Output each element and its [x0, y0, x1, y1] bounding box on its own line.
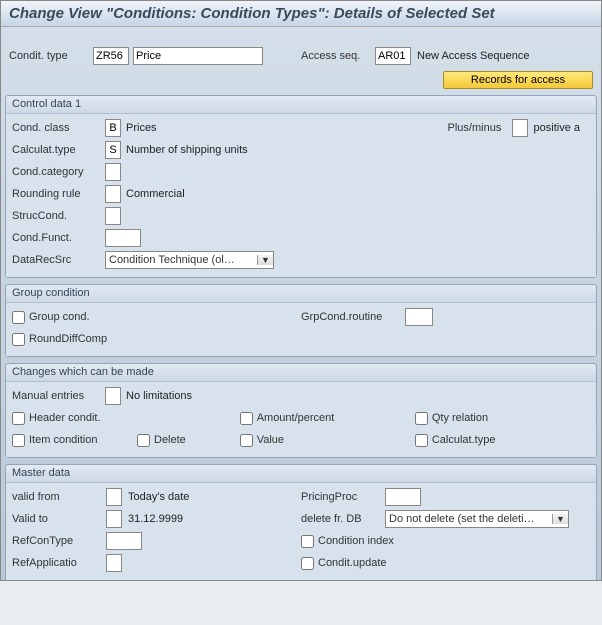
calc-type-label: Calculat.type: [12, 144, 102, 156]
round-diff-checkbox[interactable]: [12, 333, 25, 346]
grp-routine-input[interactable]: [405, 308, 433, 326]
access-seq-code-input[interactable]: [375, 47, 411, 65]
condit-update-label: Condit.update: [318, 557, 387, 569]
item-condition-checkbox[interactable]: [12, 434, 25, 447]
delete-db-select[interactable]: Do not delete (set the deleti… ▼: [385, 510, 569, 528]
group-group-condition: Group condition Group cond. GrpCond.rout…: [5, 284, 597, 357]
manual-entries-label: Manual entries: [12, 390, 102, 402]
chevron-down-icon[interactable]: ▼: [257, 255, 273, 265]
page-title: Change View "Conditions: Condition Types…: [1, 1, 601, 27]
refcon-type-label: RefConType: [12, 535, 102, 547]
qty-relation-label: Qty relation: [432, 412, 488, 424]
cond-funct-input[interactable]: [105, 229, 141, 247]
item-condition-label: Item condition: [29, 434, 119, 446]
rounding-label: Rounding rule: [12, 188, 102, 200]
condition-index-checkbox[interactable]: [301, 535, 314, 548]
plus-minus-label: Plus/minus: [448, 122, 508, 134]
cond-class-label: Cond. class: [12, 122, 102, 134]
group-title-groupcond: Group condition: [6, 285, 596, 303]
plus-minus-text: positive a: [534, 122, 580, 134]
group-changes: Changes which can be made Manual entries…: [5, 363, 597, 458]
refapp-input[interactable]: [106, 554, 122, 572]
pricing-proc-input[interactable]: [385, 488, 421, 506]
calc-type-text: Number of shipping units: [126, 144, 248, 156]
datarecsrc-label: DataRecSrc: [12, 254, 102, 266]
pricing-proc-label: PricingProc: [301, 491, 381, 503]
records-for-access-button[interactable]: Records for access: [443, 71, 593, 89]
valid-to-input[interactable]: [106, 510, 122, 528]
round-diff-label: RoundDiffComp: [29, 333, 107, 345]
calc-type-chk-label: Calculat.type: [432, 434, 496, 446]
delete-label: Delete: [154, 434, 186, 446]
rounding-text: Commercial: [126, 188, 185, 200]
condit-type-desc-input[interactable]: [133, 47, 263, 65]
delete-checkbox[interactable]: [137, 434, 150, 447]
group-title-control1: Control data 1: [6, 96, 596, 114]
amount-percent-checkbox[interactable]: [240, 412, 253, 425]
valid-from-label: valid from: [12, 491, 102, 503]
group-cond-label: Group cond.: [29, 311, 90, 323]
condit-update-checkbox[interactable]: [301, 557, 314, 570]
cond-class-input[interactable]: [105, 119, 121, 137]
amount-percent-label: Amount/percent: [257, 412, 335, 424]
plus-minus-input[interactable]: [512, 119, 528, 137]
refapp-label: RefApplicatio: [12, 557, 102, 569]
condit-type-label: Condit. type: [9, 50, 89, 62]
datarecsrc-select[interactable]: Condition Technique (ol… ▼: [105, 251, 274, 269]
header-condit-checkbox[interactable]: [12, 412, 25, 425]
struc-cond-input[interactable]: [105, 207, 121, 225]
grp-routine-label: GrpCond.routine: [301, 311, 401, 323]
valid-to-text: 31.12.9999: [128, 513, 183, 525]
access-seq-label: Access seq.: [301, 50, 371, 62]
value-checkbox[interactable]: [240, 434, 253, 447]
manual-entries-text: No limitations: [126, 390, 192, 402]
valid-from-text: Today's date: [128, 491, 189, 503]
struc-cond-label: StrucCond.: [12, 210, 102, 222]
cond-category-label: Cond.category: [12, 166, 102, 178]
cond-class-text: Prices: [126, 122, 157, 134]
calc-type-checkbox[interactable]: [415, 434, 428, 447]
chevron-down-icon[interactable]: ▼: [552, 514, 568, 524]
delete-db-label: delete fr. DB: [301, 513, 381, 525]
group-cond-checkbox[interactable]: [12, 311, 25, 324]
access-seq-desc: New Access Sequence: [417, 50, 530, 62]
condit-type-code-input[interactable]: [93, 47, 129, 65]
calc-type-input[interactable]: [105, 141, 121, 159]
group-control-data-1: Control data 1 Cond. class Prices Plus/m…: [5, 95, 597, 278]
group-title-changes: Changes which can be made: [6, 364, 596, 382]
cond-category-input[interactable]: [105, 163, 121, 181]
valid-to-label: Valid to: [12, 513, 102, 525]
header-condit-label: Header condit.: [29, 412, 101, 424]
manual-entries-input[interactable]: [105, 387, 121, 405]
condition-index-label: Condition index: [318, 535, 394, 547]
valid-from-input[interactable]: [106, 488, 122, 506]
qty-relation-checkbox[interactable]: [415, 412, 428, 425]
group-title-master: Master data: [6, 465, 596, 483]
cond-funct-label: Cond.Funct.: [12, 232, 102, 244]
value-label: Value: [257, 434, 284, 446]
refcon-type-input[interactable]: [106, 532, 142, 550]
rounding-input[interactable]: [105, 185, 121, 203]
group-master-data: Master data valid from Today's date Pric…: [5, 464, 597, 580]
